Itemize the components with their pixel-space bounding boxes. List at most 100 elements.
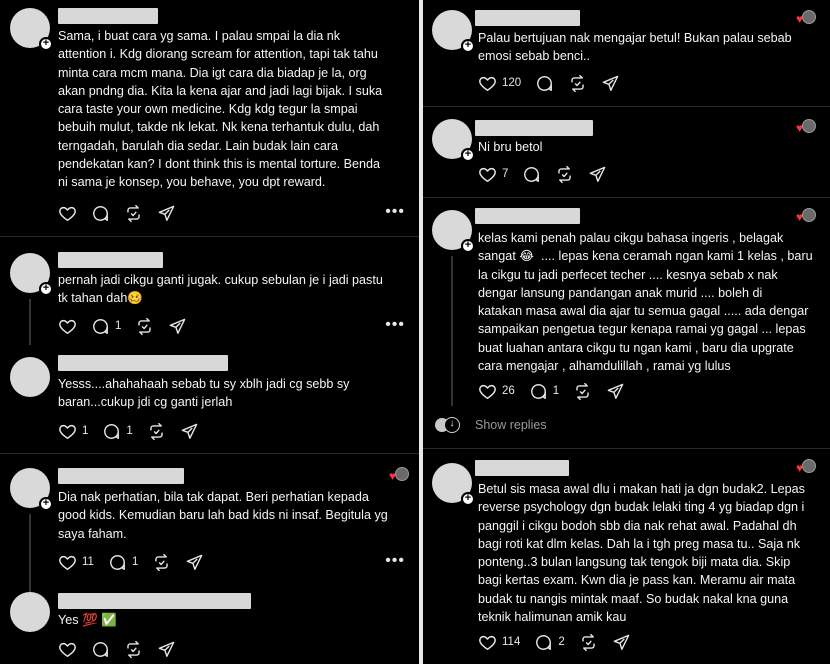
repost-icon [555, 165, 574, 184]
like-button[interactable]: 11 [58, 553, 94, 572]
like-count: 7 [502, 168, 509, 180]
username-redacted[interactable] [58, 252, 163, 268]
like-button[interactable]: 7 [478, 165, 508, 184]
like-button[interactable] [58, 317, 77, 336]
share-button[interactable] [157, 640, 176, 659]
replies-avatars: ↓ [435, 417, 465, 433]
follow-plus-icon[interactable]: + [461, 239, 475, 253]
username-redacted[interactable] [58, 355, 228, 371]
comment-icon [108, 553, 127, 572]
comment-icon [102, 422, 121, 441]
repost-icon [568, 74, 587, 93]
repost-icon [579, 633, 598, 652]
post-text: Palau bertujuan nak mengajar betul! Buka… [478, 31, 792, 64]
show-replies-label: Show replies [475, 418, 547, 432]
reply-button[interactable]: 2 [534, 633, 565, 652]
avatar[interactable]: + [10, 468, 53, 511]
username-redacted[interactable] [58, 593, 251, 609]
follow-plus-icon[interactable]: + [39, 37, 53, 51]
share-button[interactable] [601, 74, 620, 93]
follow-plus-icon[interactable]: + [39, 282, 53, 296]
post-actions: 1 1 [58, 420, 213, 442]
show-replies-link[interactable]: ↓ Show replies [435, 417, 547, 433]
left-thread-panel: + Sama, i buat cara yg sama. I palau smp… [0, 0, 419, 664]
avatar[interactable]: + [10, 8, 53, 51]
heart-icon [58, 317, 77, 336]
repost-button[interactable] [579, 633, 598, 652]
share-button[interactable] [606, 382, 625, 401]
like-button[interactable]: 1 [58, 422, 88, 441]
follow-plus-icon[interactable]: + [461, 148, 475, 162]
comment-icon [91, 640, 110, 659]
post-text: pernah jadi cikgu ganti jugak. cukup seb… [58, 273, 383, 306]
send-icon [606, 382, 625, 401]
reply-button[interactable]: 1 [102, 422, 133, 441]
repost-icon [152, 553, 171, 572]
thread-post: + ♥ Palau bertujuan nak mengajar betul! … [423, 0, 830, 106]
repost-button[interactable] [152, 553, 171, 572]
heart-icon [58, 553, 77, 572]
reply-button[interactable]: 1 [91, 317, 121, 336]
username-redacted[interactable] [475, 120, 593, 136]
thread-connector [451, 256, 453, 406]
repost-button[interactable] [147, 422, 166, 441]
avatar[interactable]: + [10, 253, 53, 296]
post-actions: 1 [58, 315, 201, 337]
reply-button[interactable] [91, 204, 110, 223]
username-redacted[interactable] [475, 10, 580, 26]
username-redacted[interactable] [475, 460, 569, 476]
reply-count: 1 [126, 425, 133, 437]
send-icon [157, 640, 176, 659]
follow-plus-icon[interactable]: + [461, 39, 475, 53]
heart-icon [478, 165, 497, 184]
avatar[interactable]: + [432, 119, 475, 162]
repost-button[interactable] [124, 640, 143, 659]
post-actions: 120 [478, 72, 634, 94]
reply-button[interactable]: 1 [108, 553, 138, 572]
share-button[interactable] [588, 165, 607, 184]
avatar[interactable] [10, 592, 50, 632]
repost-icon [147, 422, 166, 441]
like-button[interactable] [58, 640, 77, 659]
share-button[interactable] [157, 204, 176, 223]
like-count: 1 [82, 425, 89, 437]
avatar[interactable]: + [432, 210, 475, 253]
follow-plus-icon[interactable]: + [461, 492, 475, 506]
avatar[interactable]: + [432, 10, 475, 53]
comment-icon [91, 317, 110, 336]
username-redacted[interactable] [475, 208, 580, 224]
username-redacted[interactable] [58, 468, 184, 484]
share-button[interactable] [168, 317, 187, 336]
repost-button[interactable] [568, 74, 587, 93]
reply-button[interactable] [91, 640, 110, 659]
more-icon[interactable]: ••• [385, 203, 405, 221]
username-redacted[interactable] [58, 8, 158, 24]
reply-button[interactable] [522, 165, 541, 184]
share-button[interactable] [612, 633, 631, 652]
follow-plus-icon[interactable]: + [39, 497, 53, 511]
more-icon[interactable]: ••• [385, 316, 405, 334]
repost-button[interactable] [555, 165, 574, 184]
repost-button[interactable] [135, 317, 154, 336]
like-button[interactable]: 26 [478, 382, 515, 401]
like-button[interactable]: 120 [478, 74, 521, 93]
avatar[interactable] [10, 357, 50, 397]
like-count: 120 [502, 77, 522, 89]
reply-button[interactable]: 1 [529, 382, 559, 401]
thread-post: + ♥ Betul sis masa awal dlu i makan hati… [423, 449, 830, 664]
more-icon[interactable]: ••• [385, 552, 405, 570]
comment-icon [529, 382, 548, 401]
heart-icon [478, 382, 497, 401]
share-button[interactable] [185, 553, 204, 572]
post-actions: 11 1 [58, 551, 218, 573]
avatar[interactable]: + [432, 463, 475, 506]
repost-button[interactable] [573, 382, 592, 401]
share-button[interactable] [180, 422, 199, 441]
reply-button[interactable] [535, 74, 554, 93]
post-text: kelas kami penah palau cikgu bahasa inge… [478, 231, 813, 374]
like-button[interactable] [58, 204, 77, 223]
thread-post: + ♥ kelas kami penah palau cikgu bahasa … [423, 198, 830, 446]
like-button[interactable]: 114 [478, 633, 520, 652]
author-liked-badge: ♥ [796, 10, 816, 30]
repost-button[interactable] [124, 204, 143, 223]
